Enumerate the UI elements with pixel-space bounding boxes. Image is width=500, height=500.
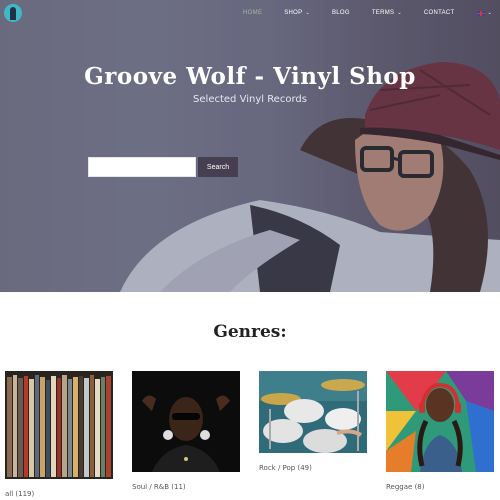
hero-overlay [0, 0, 500, 292]
nav-item-label: CONTACT [423, 10, 455, 16]
wolf-logo-icon[interactable] [4, 4, 22, 22]
genre-label[interactable]: Reggae (8) [386, 483, 424, 491]
chevron-down-icon: ⌄ [305, 10, 310, 16]
nav-item-label: TERMS [371, 10, 395, 16]
nav-item-shop[interactable]: SHOP ⌄ [284, 10, 310, 16]
chevron-down-icon: ⌄ [397, 10, 402, 16]
vinyl-records-image [5, 371, 113, 479]
nav-item-blog[interactable]: BLOG [332, 10, 350, 16]
nav-item-terms[interactable]: TERMS ⌄ [372, 10, 402, 16]
genres-heading: Genres: [213, 322, 287, 342]
genre-label[interactable]: Rock / Pop (49) [259, 464, 312, 472]
genre-label[interactable]: Soul / R&B (11) [132, 483, 186, 491]
site-title: Groove Wolf - Vinyl Shop [84, 63, 416, 90]
hero-banner [0, 0, 500, 292]
genre-label[interactable]: all (119) [5, 490, 34, 498]
drum-kit-image [259, 371, 367, 453]
nav-item-label: HOME [243, 10, 263, 16]
uk-flag-icon [476, 10, 485, 16]
main-nav: HOME SHOP ⌄ BLOG TERMS ⌄ CONTACT ⌄ [221, 8, 492, 18]
nav-item-label: SHOP [284, 10, 303, 16]
nav-item-label: BLOG [331, 10, 350, 16]
site-subtitle: Selected Vinyl Records [193, 94, 307, 105]
search-button[interactable]: Search [198, 157, 238, 177]
language-switcher[interactable]: ⌄ [476, 10, 493, 16]
soul-singer-image [132, 371, 240, 472]
chevron-down-icon: ⌄ [487, 10, 492, 16]
nav-item-contact[interactable]: CONTACT [424, 10, 455, 16]
reggae-listener-image [386, 371, 494, 472]
search-input[interactable] [88, 157, 196, 177]
nav-item-home[interactable]: HOME [243, 10, 262, 16]
